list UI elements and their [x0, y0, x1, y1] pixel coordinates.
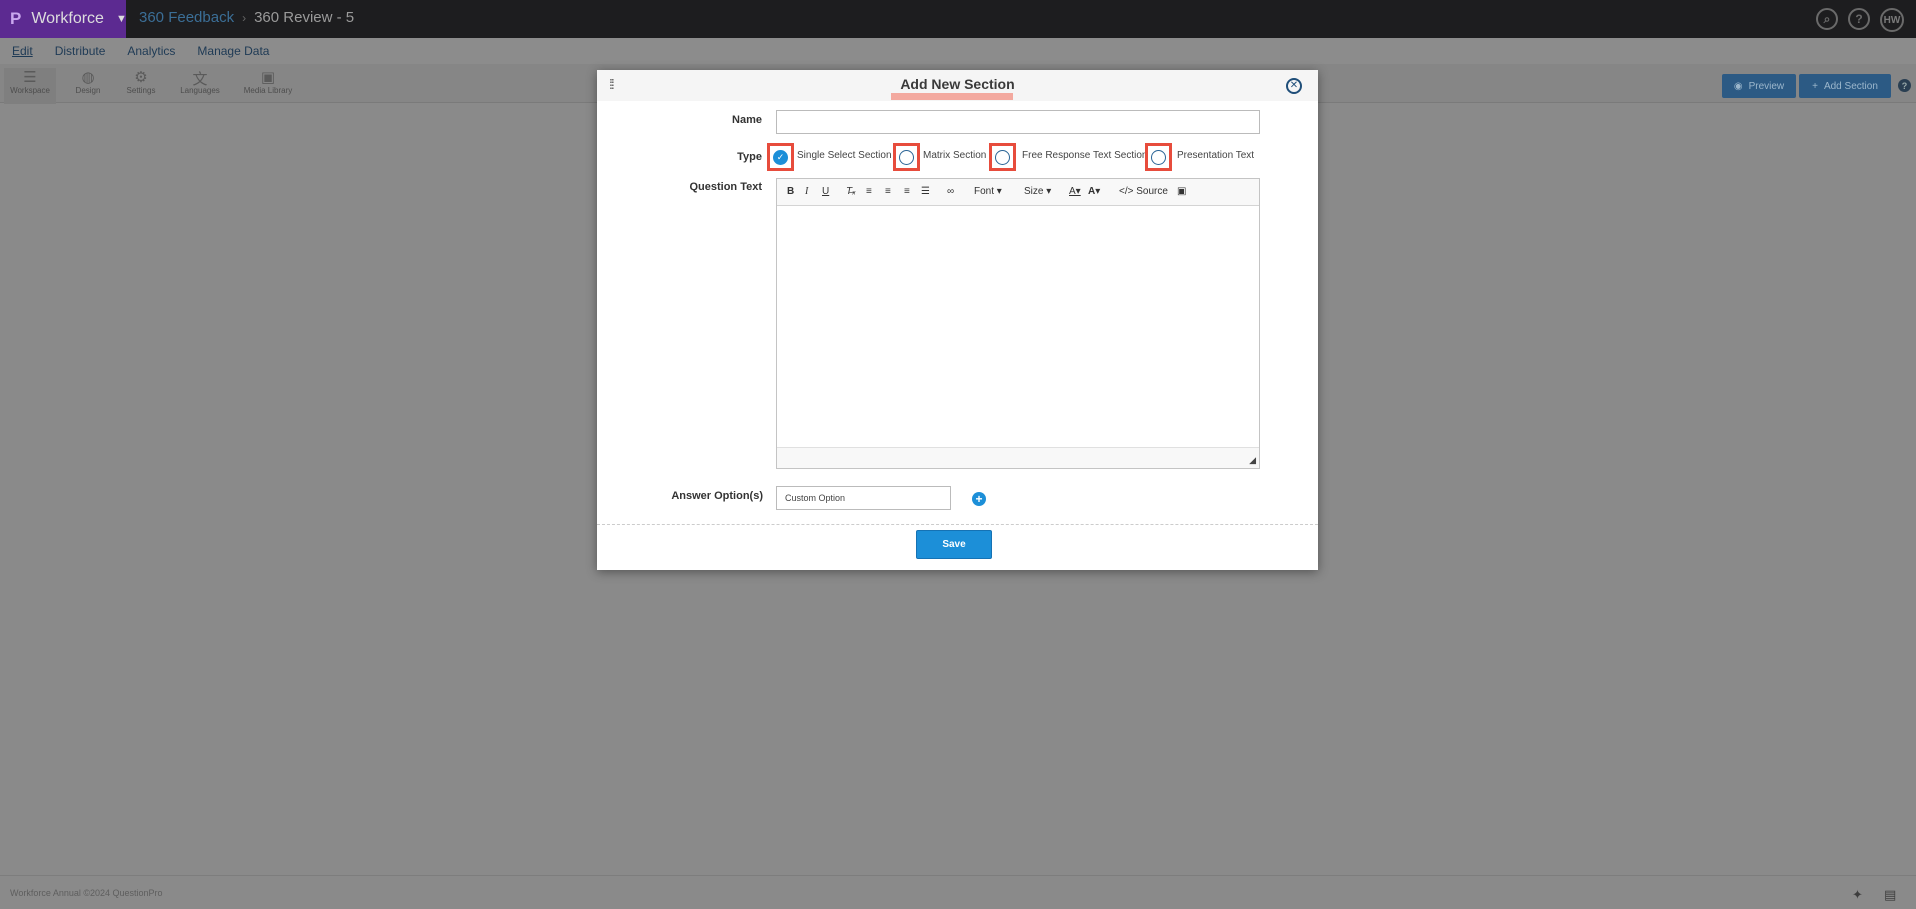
type-radio-single-select[interactable]: ✓ [767, 143, 794, 171]
product-switcher[interactable]: P Workforce ▼ [0, 0, 127, 38]
type-radio-presentation-text[interactable] [1145, 143, 1172, 171]
chat-icon[interactable]: ▤ [1884, 887, 1896, 903]
editor-footer: ◢ [777, 447, 1259, 468]
palette-icon: ◍ [81, 69, 95, 86]
sparkle-icon[interactable]: ✦ [1852, 887, 1863, 903]
gear-icon: ⚙ [134, 69, 148, 86]
text-color-icon[interactable]: A▾ [1069, 186, 1081, 197]
resize-handle-icon[interactable]: ◢ [1249, 455, 1256, 466]
save-button[interactable]: Save [916, 530, 992, 559]
menu-distribute[interactable]: Distribute [55, 44, 106, 58]
type-radio-free-response[interactable] [989, 143, 1016, 171]
divider [597, 524, 1318, 525]
editor-toolbar: B I U T̶ₓ ≡ ≡ ≡ ☰ ∞ Font ▾ Size ▾ A▾ A▾ … [777, 179, 1259, 206]
name-label: Name [732, 114, 762, 126]
tool-label: Workspace [10, 86, 50, 95]
type-label: Type [737, 151, 762, 163]
top-icons: ⌕ ? HW [1816, 8, 1904, 32]
tool-design[interactable]: ◍ Design [72, 68, 104, 95]
breadcrumb: 360 Feedback › 360 Review - 5 [139, 9, 354, 26]
add-section-button[interactable]: + Add Section [1799, 74, 1891, 98]
eye-icon: ◉ [1733, 80, 1743, 92]
tool-label: Design [75, 86, 101, 95]
size-dropdown[interactable]: Size ▾ [1024, 186, 1051, 197]
align-left-icon[interactable]: ≡ [866, 186, 872, 197]
check-icon: ✓ [773, 149, 788, 165]
tool-media-library[interactable]: ▣ Media Library [240, 68, 296, 95]
translate-icon: 文 [192, 71, 208, 88]
footer: Workforce Annual ©2024 QuestionPro ✦ ▤ [0, 875, 1916, 909]
source-label: Source [1136, 186, 1168, 197]
add-section-label: Add Section [1823, 80, 1878, 92]
align-right-icon[interactable]: ≡ [904, 186, 910, 197]
image-icon: ▣ [260, 69, 276, 86]
help-icon[interactable]: ? [1848, 8, 1870, 30]
menu-analytics[interactable]: Analytics [127, 44, 175, 58]
tool-workspace[interactable]: ☰ Workspace [4, 68, 56, 104]
add-new-section-dialog: ⁞⁞ Add New Section ✕ Name Type ✓ Single … [597, 70, 1318, 570]
size-label: Size [1024, 186, 1044, 197]
menu-edit[interactable]: Edit [12, 44, 33, 58]
caret-down-icon: ▼ [115, 13, 127, 25]
underline-icon[interactable]: U [822, 186, 829, 197]
preview-label: Preview [1748, 80, 1785, 92]
add-option-icon[interactable]: + [972, 492, 986, 506]
preview-button[interactable]: ◉ Preview [1722, 74, 1796, 98]
title-highlight [891, 93, 1013, 100]
questionpro-logo-icon: P [10, 9, 22, 28]
footer-text: Workforce Annual ©2024 QuestionPro [10, 888, 163, 898]
clear-format-icon[interactable]: T̶ₓ [846, 186, 856, 197]
plus-icon: + [1812, 80, 1818, 92]
menu-bar: Edit Distribute Analytics Manage Data [0, 38, 1916, 64]
radio-empty [995, 149, 1010, 165]
search-icon[interactable]: ⌕ [1816, 8, 1838, 30]
type-radio-matrix[interactable] [893, 143, 920, 171]
background-color-icon[interactable]: A▾ [1088, 186, 1100, 197]
align-center-icon[interactable]: ≡ [885, 186, 891, 197]
radio-empty [1151, 149, 1166, 165]
product-name: Workforce [31, 10, 104, 27]
font-dropdown[interactable]: Font ▾ [974, 186, 1002, 197]
link-icon[interactable]: ∞ [947, 186, 954, 197]
italic-icon[interactable]: I [805, 186, 808, 197]
bold-icon[interactable]: B [787, 186, 794, 197]
chevron-right-icon: › [242, 10, 247, 25]
font-label: Font [974, 186, 995, 197]
avatar[interactable]: HW [1880, 8, 1904, 32]
source-button[interactable]: </> Source [1119, 186, 1168, 197]
tool-settings[interactable]: ⚙ Settings [122, 68, 160, 95]
type-label-presentation-text[interactable]: Presentation Text [1177, 150, 1254, 161]
help-icon[interactable]: ? [1898, 79, 1911, 92]
type-label-matrix[interactable]: Matrix Section [923, 150, 986, 161]
name-field[interactable] [776, 110, 1260, 134]
breadcrumb-current: 360 Review - 5 [254, 9, 355, 26]
radio-empty [899, 149, 914, 165]
top-bar: P Workforce ▼ 360 Feedback › 360 Review … [0, 0, 1916, 38]
tool-label: Media Library [243, 86, 293, 95]
breadcrumb-360-feedback[interactable]: 360 Feedback [139, 9, 234, 26]
insert-image-icon[interactable]: ▣ [1177, 186, 1186, 197]
dialog-header: ⁞⁞ Add New Section ✕ [597, 70, 1318, 101]
list-icon: ☰ [23, 69, 37, 86]
type-label-single-select[interactable]: Single Select Section [797, 150, 892, 161]
align-justify-icon[interactable]: ☰ [921, 186, 930, 197]
type-label-free-response[interactable]: Free Response Text Section [1022, 150, 1147, 161]
answer-options-label: Answer Option(s) [671, 490, 763, 502]
menu-manage-data[interactable]: Manage Data [197, 44, 269, 58]
question-text-editor: B I U T̶ₓ ≡ ≡ ≡ ☰ ∞ Font ▾ Size ▾ A▾ A▾ … [776, 178, 1260, 469]
question-text-label: Question Text [689, 181, 762, 193]
tool-label: Settings [126, 86, 156, 95]
answer-option-input[interactable] [776, 486, 951, 510]
tool-languages[interactable]: 文 Languages [178, 68, 222, 95]
close-icon[interactable]: ✕ [1286, 78, 1302, 94]
dialog-title: Add New Section [900, 76, 1015, 92]
tool-label: Languages [180, 86, 220, 95]
